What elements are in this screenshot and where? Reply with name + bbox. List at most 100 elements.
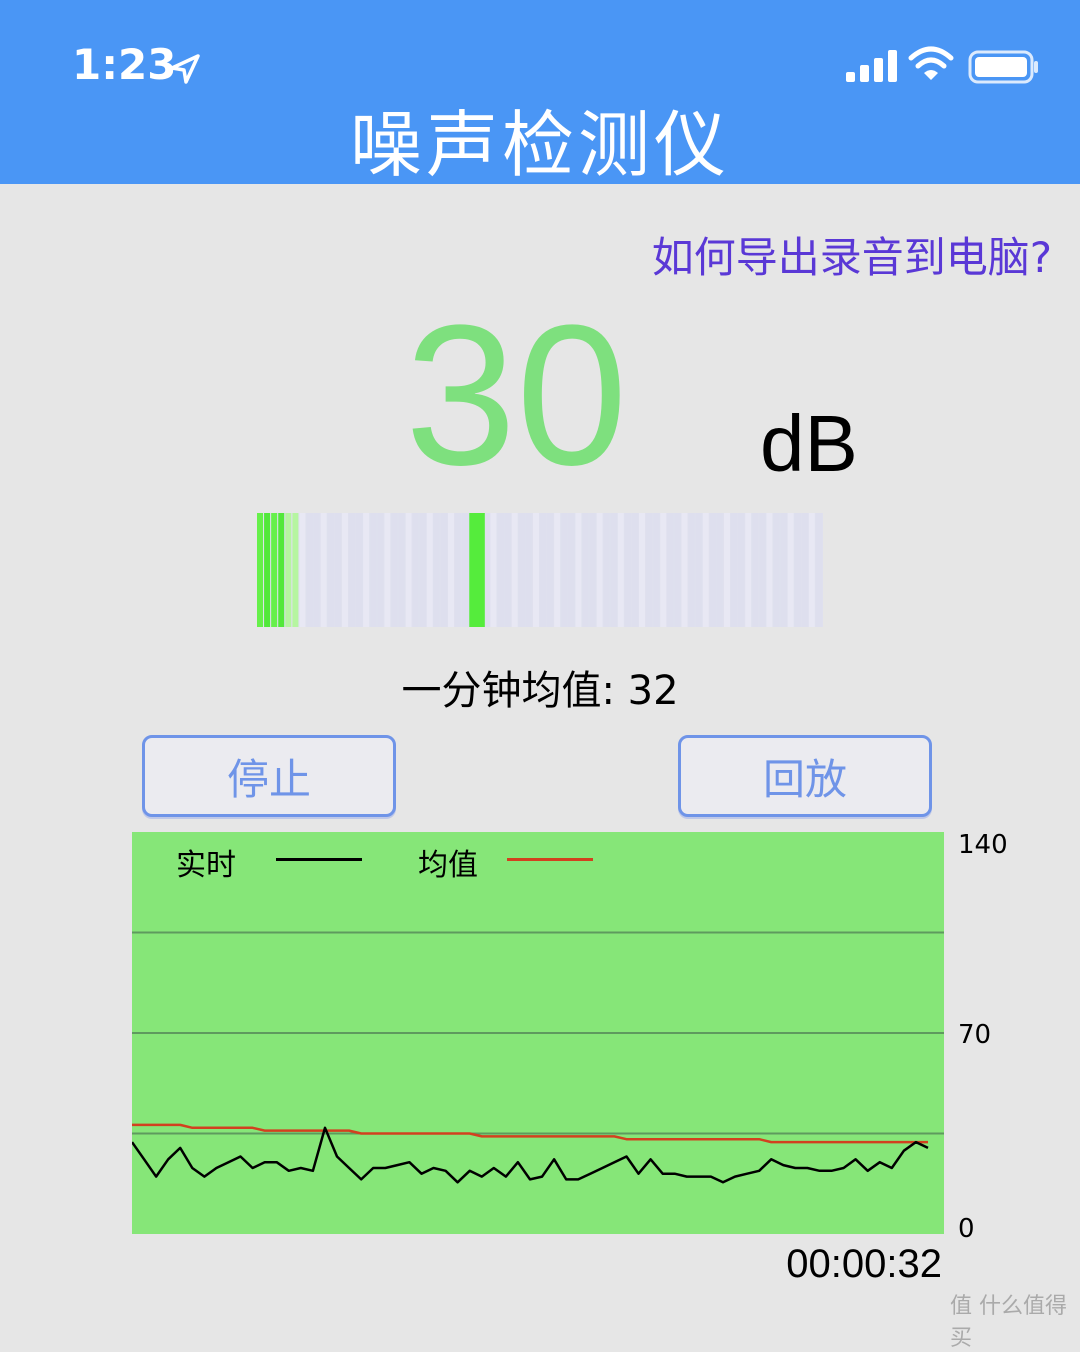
meter-segment bbox=[532, 513, 539, 627]
meter-segment bbox=[313, 513, 320, 627]
noise-chart bbox=[132, 832, 944, 1234]
meter-segment bbox=[688, 513, 695, 627]
replay-button[interactable]: 回放 bbox=[678, 735, 932, 817]
meter-segment bbox=[674, 513, 681, 627]
meter-segment bbox=[341, 513, 348, 627]
meter-segment bbox=[518, 513, 525, 627]
meter-segment bbox=[320, 513, 327, 627]
meter-segment-lit bbox=[257, 513, 264, 627]
meter-segment bbox=[561, 513, 568, 627]
y-tick-70: 70 bbox=[958, 1020, 992, 1050]
meter-segment bbox=[582, 513, 589, 627]
meter-segment bbox=[801, 513, 808, 627]
cellular-signal-icon bbox=[846, 50, 897, 82]
meter-segment-lit bbox=[278, 513, 285, 627]
meter-segment bbox=[334, 513, 341, 627]
legend-line-average bbox=[507, 858, 593, 861]
meter-segment bbox=[723, 513, 730, 627]
meter-segment bbox=[794, 513, 801, 627]
meter-segment bbox=[363, 513, 370, 627]
meter-segment bbox=[356, 513, 363, 627]
meter-segment bbox=[815, 513, 822, 627]
meter-segment bbox=[731, 513, 738, 627]
meter-segment bbox=[596, 513, 603, 627]
meter-segment bbox=[384, 513, 391, 627]
meter-segment bbox=[603, 513, 610, 627]
y-tick-140: 140 bbox=[958, 830, 1008, 860]
watermark: 值 什么值得买 bbox=[950, 1294, 1067, 1351]
meter-segment bbox=[412, 513, 419, 627]
meter-segment bbox=[285, 513, 292, 627]
meter-segment bbox=[306, 513, 313, 627]
meter-segment bbox=[391, 513, 398, 627]
meter-segment bbox=[702, 513, 709, 627]
meter-segment bbox=[653, 513, 660, 627]
header-bar: 1:23 噪声检测仪 bbox=[0, 0, 1080, 187]
meter-segment bbox=[773, 513, 780, 627]
meter-segment bbox=[377, 513, 384, 627]
meter-segment bbox=[490, 513, 497, 627]
status-time: 1:23 bbox=[72, 40, 177, 89]
stop-button[interactable]: 停止 bbox=[142, 735, 396, 817]
decibel-reading: 30 bbox=[405, 284, 628, 507]
meter-segment bbox=[575, 513, 582, 627]
meter-segment bbox=[646, 513, 653, 627]
meter-segment bbox=[440, 513, 447, 627]
meter-segment bbox=[448, 513, 455, 627]
meter-segment bbox=[540, 513, 547, 627]
meter-segment bbox=[660, 513, 667, 627]
meter-segment bbox=[405, 513, 412, 627]
legend-label-average: 均值 bbox=[418, 848, 478, 883]
meter-segment bbox=[808, 513, 815, 627]
battery-icon bbox=[968, 50, 1038, 84]
meter-segment bbox=[667, 513, 674, 627]
export-help-link[interactable]: 如何导出录音到电脑? bbox=[652, 224, 1052, 285]
meter-segment-lit bbox=[271, 513, 278, 627]
meter-segment bbox=[716, 513, 723, 627]
meter-segment bbox=[426, 513, 433, 627]
meter-segment bbox=[327, 513, 334, 627]
meter-segment bbox=[589, 513, 596, 627]
meter-segment bbox=[398, 513, 405, 627]
wifi-icon bbox=[908, 46, 954, 80]
meter-segment bbox=[419, 513, 426, 627]
meter-segment bbox=[709, 513, 716, 627]
decibel-unit: dB bbox=[760, 399, 858, 488]
meter-segment bbox=[462, 513, 469, 627]
meter-segment bbox=[617, 513, 624, 627]
meter-peak-marker bbox=[469, 513, 485, 627]
meter-segment bbox=[780, 513, 787, 627]
legend-label-realtime: 实时 bbox=[176, 848, 236, 883]
meter-segment bbox=[511, 513, 518, 627]
meter-segment bbox=[610, 513, 617, 627]
meter-segment bbox=[348, 513, 355, 627]
meter-segment bbox=[631, 513, 638, 627]
meter-segment bbox=[504, 513, 511, 627]
meter-segment bbox=[766, 513, 773, 627]
meter-segment bbox=[624, 513, 631, 627]
meter-segment bbox=[681, 513, 688, 627]
meter-segment bbox=[455, 513, 462, 627]
meter-segment bbox=[752, 513, 759, 627]
meter-segment bbox=[292, 513, 299, 627]
meter-segment bbox=[299, 513, 306, 627]
meter-segment-lit bbox=[264, 513, 271, 627]
meter-segment bbox=[525, 513, 532, 627]
chart-plot bbox=[132, 931, 944, 1184]
meter-segment bbox=[554, 513, 561, 627]
meter-segment bbox=[370, 513, 377, 627]
meter-segment bbox=[568, 513, 575, 627]
meter-segment bbox=[433, 513, 440, 627]
meter-segment bbox=[497, 513, 504, 627]
level-meter-bars bbox=[257, 513, 822, 627]
meter-segment bbox=[695, 513, 702, 627]
location-arrow-icon bbox=[170, 54, 200, 84]
meter-segment bbox=[547, 513, 554, 627]
app-title: 噪声检测仪 bbox=[349, 103, 730, 187]
meter-segment bbox=[759, 513, 766, 627]
meter-segment bbox=[639, 513, 646, 627]
legend-line-realtime bbox=[276, 858, 362, 861]
minute-average: 一分钟均值: 32 bbox=[401, 668, 679, 714]
meter-segment bbox=[787, 513, 794, 627]
level-meter bbox=[257, 513, 823, 627]
